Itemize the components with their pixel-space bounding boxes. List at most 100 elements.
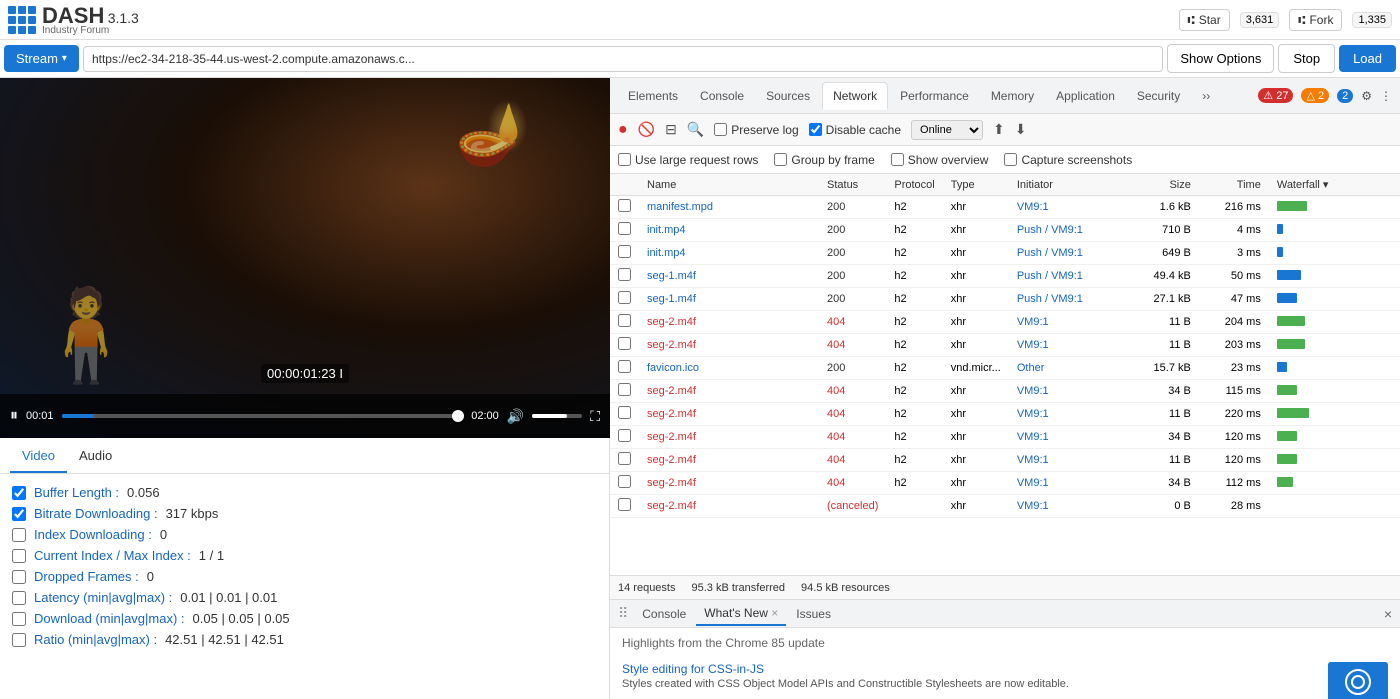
fullscreen-button[interactable]: ⛶ (590, 408, 600, 425)
request-name[interactable]: manifest.mpd (647, 201, 713, 213)
table-row[interactable]: seg-2.m4f404h2xhrVM9:111 B203 ms (610, 334, 1400, 357)
table-row[interactable]: seg-2.m4f404h2xhrVM9:134 B120 ms (610, 426, 1400, 449)
stat-checkbox[interactable] (12, 528, 26, 542)
request-initiator[interactable]: Push / VM9:1 (1017, 270, 1083, 282)
table-row[interactable]: seg-2.m4f404h2xhrVM9:111 B220 ms (610, 403, 1400, 426)
col-header-status[interactable]: Status (819, 174, 886, 196)
stat-checkbox[interactable] (12, 507, 26, 521)
row-checkbox[interactable] (618, 383, 631, 396)
stream-button[interactable]: Stream ▾ (4, 45, 79, 72)
row-checkbox[interactable] (618, 337, 631, 350)
load-button[interactable]: Load (1339, 45, 1396, 72)
table-row[interactable]: seg-2.m4f404h2xhrVM9:134 B112 ms (610, 472, 1400, 495)
article-title-css-in-js[interactable]: Style editing for CSS-in-JS (622, 662, 1316, 676)
request-initiator[interactable]: VM9:1 (1017, 477, 1049, 489)
stat-checkbox[interactable] (12, 486, 26, 500)
tab-application[interactable]: Application (1046, 83, 1125, 109)
row-checkbox[interactable] (618, 245, 631, 258)
filter-icon[interactable]: ⊟ (665, 121, 677, 138)
github-star-button[interactable]: ⑆ Star (1179, 9, 1230, 31)
disable-cache-checkbox[interactable] (809, 123, 822, 136)
show-overview-label[interactable]: Show overview (891, 153, 989, 167)
request-name[interactable]: seg-2.m4f (647, 339, 696, 351)
request-initiator[interactable]: Other (1017, 362, 1045, 374)
search-icon[interactable]: 🔍 (687, 121, 704, 138)
disable-cache-checkbox-label[interactable]: Disable cache (809, 123, 901, 137)
tab-audio[interactable]: Audio (67, 440, 124, 473)
request-name[interactable]: seg-2.m4f (647, 431, 696, 443)
row-checkbox[interactable] (618, 360, 631, 373)
request-initiator[interactable]: VM9:1 (1017, 316, 1049, 328)
row-checkbox[interactable] (618, 291, 631, 304)
volume-bar[interactable] (532, 414, 582, 418)
show-options-button[interactable]: Show Options (1167, 44, 1274, 73)
col-header-initiator[interactable]: Initiator (1009, 174, 1129, 196)
row-checkbox[interactable] (618, 406, 631, 419)
col-header-name[interactable]: Name (639, 174, 819, 196)
volume-button[interactable]: 🔊 (507, 408, 524, 425)
console-tab-whatsnew[interactable]: What's New × (696, 602, 786, 626)
large-rows-label[interactable]: Use large request rows (618, 153, 758, 167)
tab-more[interactable]: ›› (1192, 83, 1220, 109)
table-row[interactable]: init.mp4200h2xhrPush / VM9:1649 B3 ms (610, 242, 1400, 265)
stop-button[interactable]: Stop (1278, 44, 1335, 73)
col-header-size[interactable]: Size (1129, 174, 1199, 196)
console-tab-console[interactable]: Console (634, 603, 694, 625)
table-row[interactable]: init.mp4200h2xhrPush / VM9:1710 B4 ms (610, 219, 1400, 242)
row-checkbox[interactable] (618, 475, 631, 488)
col-header-time[interactable]: Time (1199, 174, 1269, 196)
stat-checkbox[interactable] (12, 570, 26, 584)
row-checkbox[interactable] (618, 222, 631, 235)
drag-handle[interactable]: ⠿ (618, 605, 628, 622)
stat-checkbox[interactable] (12, 591, 26, 605)
request-initiator[interactable]: VM9:1 (1017, 431, 1049, 443)
request-name[interactable]: favicon.ico (647, 362, 699, 374)
capture-screenshots-checkbox[interactable] (1004, 153, 1017, 166)
stat-checkbox[interactable] (12, 612, 26, 626)
request-initiator[interactable]: Push / VM9:1 (1017, 224, 1083, 236)
tab-console[interactable]: Console (690, 83, 754, 109)
table-row[interactable]: seg-1.m4f200h2xhrPush / VM9:149.4 kB50 m… (610, 265, 1400, 288)
tab-elements[interactable]: Elements (618, 83, 688, 109)
export-icon[interactable]: ⬇ (1015, 121, 1027, 138)
row-checkbox[interactable] (618, 314, 631, 327)
stat-checkbox[interactable] (12, 549, 26, 563)
request-initiator[interactable]: VM9:1 (1017, 454, 1049, 466)
request-initiator[interactable]: VM9:1 (1017, 500, 1049, 512)
large-rows-checkbox[interactable] (618, 153, 631, 166)
request-name[interactable]: init.mp4 (647, 224, 686, 236)
table-row[interactable]: manifest.mpd200h2xhrVM9:11.6 kB216 ms (610, 196, 1400, 219)
request-initiator[interactable]: VM9:1 (1017, 339, 1049, 351)
request-initiator[interactable]: VM9:1 (1017, 201, 1049, 213)
record-icon[interactable]: ● (618, 121, 628, 139)
request-name[interactable]: seg-2.m4f (647, 500, 696, 512)
clear-icon[interactable]: 🚫 (638, 121, 655, 138)
tab-video[interactable]: Video (10, 440, 67, 473)
preserve-log-checkbox-label[interactable]: Preserve log (714, 123, 798, 137)
row-checkbox[interactable] (618, 429, 631, 442)
play-pause-button[interactable]: ⏸ (10, 407, 18, 425)
table-row[interactable]: favicon.ico200h2vnd.micr...Other15.7 kB2… (610, 357, 1400, 380)
group-by-frame-checkbox[interactable] (774, 153, 787, 166)
stat-checkbox[interactable] (12, 633, 26, 647)
request-name[interactable]: seg-2.m4f (647, 408, 696, 420)
more-icon[interactable]: ⋮ (1380, 89, 1392, 103)
preserve-log-checkbox[interactable] (714, 123, 727, 136)
console-tab-issues[interactable]: Issues (788, 603, 839, 625)
request-name[interactable]: seg-1.m4f (647, 293, 696, 305)
url-input[interactable] (83, 46, 1163, 72)
console-panel-close[interactable]: × (1384, 606, 1392, 622)
row-checkbox[interactable] (618, 452, 631, 465)
settings-icon[interactable]: ⚙ (1361, 89, 1372, 103)
request-name[interactable]: seg-2.m4f (647, 385, 696, 397)
whatsnew-close-icon[interactable]: × (771, 606, 778, 620)
table-row[interactable]: seg-2.m4f404h2xhrVM9:111 B204 ms (610, 311, 1400, 334)
tab-performance[interactable]: Performance (890, 83, 979, 109)
request-name[interactable]: seg-1.m4f (647, 270, 696, 282)
tab-network[interactable]: Network (822, 82, 888, 110)
request-name[interactable]: init.mp4 (647, 247, 686, 259)
table-row[interactable]: seg-2.m4f(canceled)xhrVM9:10 B28 ms (610, 495, 1400, 518)
request-name[interactable]: seg-2.m4f (647, 316, 696, 328)
tab-memory[interactable]: Memory (981, 83, 1044, 109)
request-initiator[interactable]: Push / VM9:1 (1017, 247, 1083, 259)
